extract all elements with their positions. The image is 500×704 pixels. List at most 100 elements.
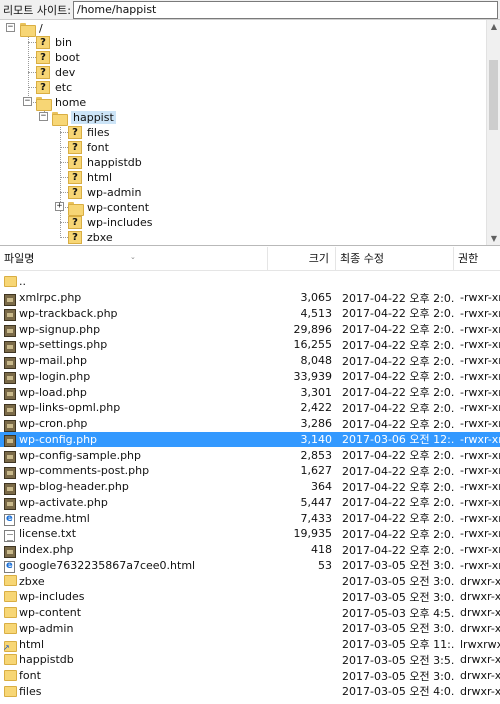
file-row[interactable]: readme.html 7,433 2017-04-22 오후 2:0... -rwx… (0, 510, 500, 527)
file-size: 3,065 (300, 291, 333, 305)
file-row[interactable]: wp-content 2017-05-03 오후 4:5... drwxr-xr (0, 605, 500, 621)
file-row[interactable]: license.txt 19,935 2017-04-22 오후 2:0... -rw… (0, 526, 500, 542)
file-modified: 2017-03-05 오후 11:... (342, 638, 454, 652)
file-row[interactable]: index.php 418 2017-04-22 오후 2:0... -rwxr-xr… (0, 542, 500, 558)
file-row[interactable]: wp-config.php 3,140 2017-03-06 오전 12:... -r… (0, 431, 500, 448)
file-name: index.php (19, 543, 74, 557)
remote-site-label: 리모트 사이트: (3, 3, 71, 17)
php-file-icon (4, 340, 16, 353)
tree-item-wp-content[interactable]: wp-content (68, 200, 149, 216)
file-name: wp-mail.php (19, 354, 87, 368)
tree-item-wp-includes[interactable]: ? wp-includes (68, 215, 153, 230)
tree-item-files[interactable]: ? files (68, 125, 109, 140)
file-permissions: drwxr-xr (460, 590, 500, 604)
file-row[interactable]: wp-includes 2017-03-05 오전 3:0... drwxr-xr (0, 589, 500, 605)
file-row[interactable]: happistdb 2017-03-05 오전 3:5... drwxr-xr (0, 652, 500, 668)
file-modified: 2017-04-22 오후 2:0... (342, 370, 454, 384)
tree-item-label: html (87, 171, 113, 184)
file-row[interactable]: zbxe 2017-03-05 오전 3:0... drwxr-xr (0, 573, 500, 589)
file-row[interactable]: wp-login.php 33,939 2017-04-22 오후 2:0... -r… (0, 369, 500, 385)
collapse-icon[interactable]: − (39, 112, 48, 121)
php-file-icon (4, 466, 16, 479)
collapse-icon[interactable]: − (6, 23, 15, 32)
file-row[interactable]: wp-mail.php 8,048 2017-04-22 오후 2:0... -rwx… (0, 353, 500, 369)
unknown-folder-icon: ? (68, 141, 82, 154)
unknown-folder-icon: ? (68, 126, 82, 139)
file-name: wp-settings.php (19, 338, 108, 352)
remote-directory-tree[interactable]: − − − + / ? bin ? boot ? dev ? etc home … (0, 20, 500, 246)
file-row[interactable]: html 2017-03-05 오후 11:... lrwxrwxr (0, 636, 500, 652)
folder-icon (4, 622, 17, 634)
php-file-icon (4, 403, 16, 416)
tree-line (60, 162, 68, 163)
file-permissions: -rwxr-xr- (460, 511, 500, 525)
file-row[interactable]: wp-settings.php 16,255 2017-04-22 오후 2:0..… (0, 337, 500, 353)
tree-item-label: wp-admin (87, 186, 142, 199)
tree-item-etc[interactable]: ? etc (36, 80, 72, 95)
file-row[interactable]: wp-signup.php 29,896 2017-04-22 오후 2:0... -… (0, 321, 500, 338)
file-row[interactable]: files 2017-03-05 오전 4:0... drwxr-xr (0, 684, 500, 700)
tree-scrollbar[interactable]: ▲ ▼ (486, 20, 500, 245)
folder-icon (36, 96, 52, 111)
file-row[interactable]: wp-load.php 3,301 2017-04-22 오후 2:0... -rwx… (0, 384, 500, 401)
tree-item-label: dev (55, 66, 76, 79)
file-row[interactable]: wp-blog-header.php 364 2017-04-22 오후 2:0..… (0, 479, 500, 495)
remote-file-list[interactable]: 파일명 ⌄ 크기 최종 수정 권한 .. xmlrpc.php 3,065 2017-… (0, 247, 500, 704)
collapse-icon[interactable]: − (23, 97, 32, 106)
file-size: 4,513 (300, 306, 333, 320)
file-row[interactable]: xmlrpc.php 3,065 2017-04-22 오후 2:0... -rwxr… (0, 290, 500, 306)
file-name: readme.html (19, 511, 90, 525)
file-permissions: drwxr-xr (460, 669, 500, 683)
file-row[interactable]: wp-comments-post.php 1,627 2017-04-22 오후 2… (0, 463, 500, 479)
file-row[interactable]: wp-config-sample.php 2,853 2017-04-22 오후 2… (0, 447, 500, 464)
column-header-size[interactable]: 크기 (268, 247, 336, 271)
tree-item-home[interactable]: home (36, 95, 86, 111)
tree-item-dev[interactable]: ? dev (36, 65, 75, 80)
folder-icon (4, 685, 17, 697)
file-row[interactable]: wp-activate.php 5,447 2017-04-22 오후 2:0...… (0, 495, 500, 511)
expand-icon[interactable]: + (55, 202, 64, 211)
scroll-up-icon[interactable]: ▲ (487, 20, 500, 34)
tree-line (60, 177, 68, 178)
column-header-modified[interactable]: 최종 수정 (336, 247, 454, 271)
file-row[interactable]: google7632235867a7cee0.html 53 2017-03-05 … (0, 558, 500, 574)
scroll-thumb[interactable] (489, 60, 498, 130)
file-permissions: -rwxr-xr- (460, 354, 500, 368)
file-row[interactable]: font 2017-03-05 오전 3:0... drwxr-xr (0, 668, 500, 684)
tree-item-font[interactable]: ? font (68, 140, 109, 155)
column-header-name[interactable]: 파일명 ⌄ (0, 247, 268, 271)
tree-item-wp-admin[interactable]: ? wp-admin (68, 185, 141, 200)
tree-item-html[interactable]: ? html (68, 170, 112, 185)
file-row[interactable]: wp-cron.php 3,286 2017-04-22 오후 2:0... -rwx… (0, 416, 500, 432)
tree-item-root[interactable]: / (20, 21, 43, 37)
file-permissions: -rwxr-xr- (460, 527, 500, 541)
tree-line (28, 87, 36, 88)
file-size: 5,447 (300, 495, 333, 509)
tree-line (60, 222, 68, 223)
file-permissions: -rwxr-xr- (460, 432, 500, 446)
file-permissions: drwxr-xr (460, 684, 500, 698)
tree-item-bin[interactable]: ? bin (36, 35, 72, 50)
tree-item-zbxe[interactable]: ? zbxe (68, 230, 113, 245)
scroll-down-icon[interactable]: ▼ (487, 232, 500, 245)
tree-line (28, 42, 36, 43)
tree-item-happist[interactable]: happist (52, 110, 116, 126)
file-row[interactable]: wp-links-opml.php 2,422 2017-04-22 오후 2:0.… (0, 400, 500, 416)
php-file-icon (4, 498, 16, 511)
column-header-permissions[interactable]: 권한 (454, 247, 500, 271)
remote-path-input[interactable]: /home/happist (73, 1, 498, 19)
php-file-icon (4, 419, 16, 432)
file-row[interactable]: wp-admin 2017-03-05 오전 3:0... drwxr-xr (0, 621, 500, 637)
file-permissions: drwxr-xr (460, 621, 500, 635)
file-name: .. (19, 275, 26, 289)
tree-item-boot[interactable]: ? boot (36, 50, 80, 65)
php-file-icon (4, 309, 16, 322)
file-modified: 2017-04-22 오후 2:0... (342, 449, 454, 463)
file-permissions: -rwxr-xr- (460, 306, 500, 320)
file-row[interactable]: wp-trackback.php 4,513 2017-04-22 오후 2:0..… (0, 306, 500, 322)
folder-link-icon (3, 640, 17, 652)
tree-item-label: font (87, 141, 109, 154)
tree-item-happistdb[interactable]: ? happistdb (68, 155, 142, 170)
file-permissions: drwxr-xr (460, 574, 500, 588)
file-row[interactable]: .. (0, 274, 500, 290)
